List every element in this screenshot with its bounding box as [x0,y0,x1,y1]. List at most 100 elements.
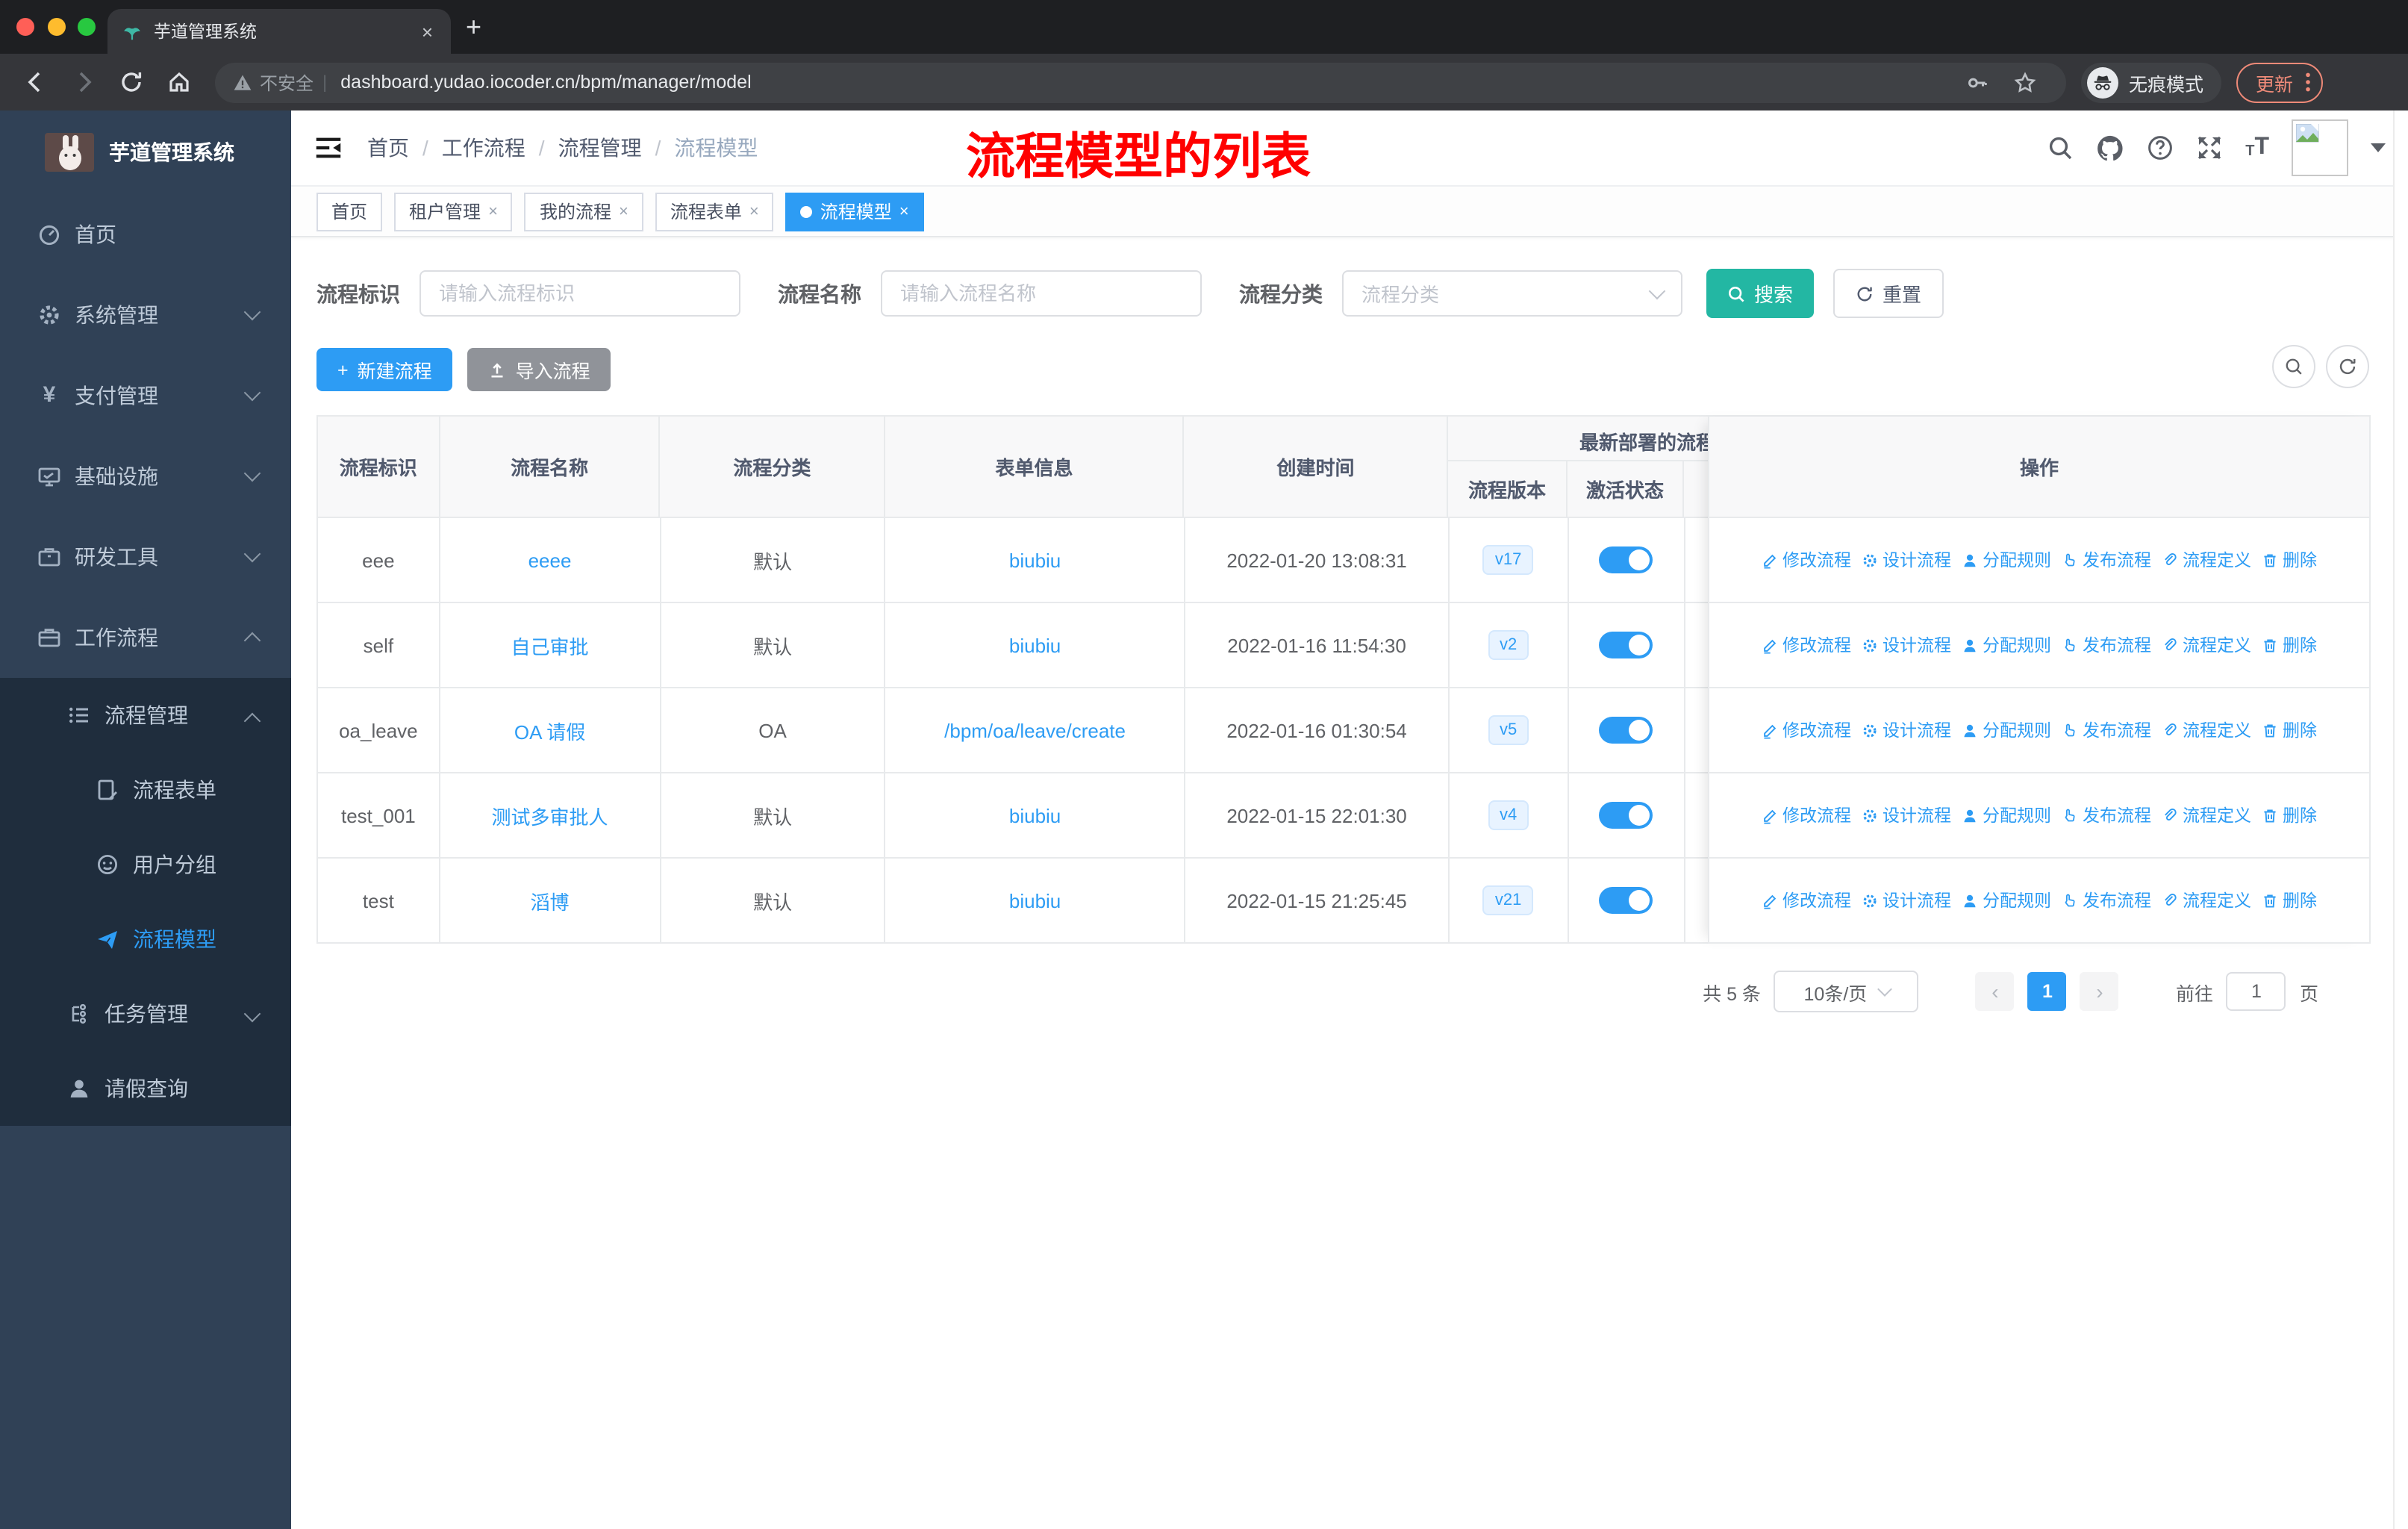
design-process-link[interactable]: 设计流程 [1862,548,1951,572]
import-process-button[interactable]: 导入流程 [467,348,611,391]
process-name-link[interactable]: eeee [528,549,572,571]
home-icon[interactable] [160,63,199,102]
publish-process-link[interactable]: 发布流程 [2062,803,2151,827]
process-name-link[interactable]: 自己审批 [511,631,589,659]
toggle-search-button[interactable] [2272,345,2315,388]
tag-tenant[interactable]: 租户管理 × [394,192,513,231]
modify-process-link[interactable]: 修改流程 [1762,803,1851,827]
refresh-icon[interactable] [112,63,151,102]
tag-close-icon[interactable]: × [619,202,628,220]
form-info-link[interactable]: biubiu [1009,549,1061,571]
sidebar-item-leave-query[interactable]: 请假查询 [0,1051,291,1126]
github-icon[interactable] [2096,134,2124,162]
modify-process-link[interactable]: 修改流程 [1762,718,1851,742]
tag-home[interactable]: 首页 [316,192,383,231]
modify-process-link[interactable]: 修改流程 [1762,888,1851,912]
sidebar-item-workflow[interactable]: 工作流程 [0,597,291,678]
delete-link[interactable]: 删除 [2262,633,2317,657]
publish-process-link[interactable]: 发布流程 [2062,888,2151,912]
delete-link[interactable]: 删除 [2262,548,2317,572]
assign-rule-link[interactable]: 分配规则 [1962,718,2051,742]
version-badge[interactable]: v5 [1488,714,1529,746]
fullscreen-icon[interactable] [2196,134,2223,161]
sidebar-item-devtools[interactable]: 研发工具 [0,517,291,597]
avatar[interactable] [2292,119,2348,176]
assign-rule-link[interactable]: 分配规则 [1962,888,2051,912]
close-window-button[interactable] [16,18,34,36]
publish-process-link[interactable]: 发布流程 [2062,633,2151,657]
process-category-select[interactable]: 流程分类 [1342,270,1682,317]
modify-process-link[interactable]: 修改流程 [1762,633,1851,657]
assign-rule-link[interactable]: 分配规则 [1962,548,2051,572]
page-size-select[interactable]: 10条/页 [1774,971,1919,1012]
form-info-link[interactable]: biubiu [1009,804,1061,826]
active-toggle[interactable] [1599,887,1653,914]
publish-process-link[interactable]: 发布流程 [2062,718,2151,742]
goto-page-input[interactable] [2226,972,2286,1011]
active-toggle[interactable] [1599,802,1653,829]
sidebar-item-process-management[interactable]: 流程管理 [0,678,291,753]
reset-button[interactable]: 重置 [1833,269,1944,318]
active-toggle[interactable] [1599,717,1653,744]
breadcrumb-home[interactable]: 首页 [367,133,409,163]
tag-my-process[interactable]: 我的流程 × [524,192,643,231]
process-name-input[interactable] [881,270,1202,317]
forward-icon[interactable] [64,63,103,102]
browser-update-button[interactable]: 更新 [2236,62,2324,102]
form-info-link[interactable]: /bpm/oa/leave/create [944,719,1126,741]
design-process-link[interactable]: 设计流程 [1862,633,1951,657]
form-info-link[interactable]: biubiu [1009,889,1061,912]
publish-process-link[interactable]: 发布流程 [2062,548,2151,572]
page-number-1[interactable]: 1 [2027,972,2067,1011]
design-process-link[interactable]: 设计流程 [1862,803,1951,827]
sidebar-item-process-form[interactable]: 流程表单 [0,753,291,827]
delete-link[interactable]: 删除 [2262,888,2317,912]
breadcrumb-process-management[interactable]: 流程管理 [558,133,642,163]
process-definition-link[interactable]: 流程定义 [2162,633,2251,657]
version-badge[interactable]: v4 [1488,800,1529,831]
security-label[interactable]: 不安全 [260,69,314,95]
font-size-icon[interactable]: TT [2245,135,2269,160]
modify-process-link[interactable]: 修改流程 [1762,548,1851,572]
url-bar[interactable]: 不安全 | dashboard.yudao.iocoder.cn/bpm/man… [215,62,2066,102]
version-badge[interactable]: v2 [1488,629,1529,661]
process-name-link[interactable]: OA 请假 [514,716,585,744]
new-tab-button[interactable]: + [466,12,481,42]
sidebar-item-process-model[interactable]: 流程模型 [0,902,291,977]
sidebar-item-system[interactable]: 系统管理 [0,275,291,355]
process-name-link[interactable]: 滔博 [531,886,570,915]
browser-menu-icon[interactable] [2305,72,2311,93]
sidebar-item-payment[interactable]: ¥ 支付管理 [0,355,291,436]
process-name-link[interactable]: 测试多审批人 [492,801,608,829]
search-button[interactable]: 搜索 [1706,269,1815,318]
collapse-sidebar-icon[interactable] [314,133,343,163]
password-key-icon[interactable] [1957,63,1996,102]
browser-tab[interactable]: 芋道管理系统 × [107,9,451,54]
design-process-link[interactable]: 设计流程 [1862,718,1951,742]
active-toggle[interactable] [1599,546,1653,573]
process-id-input[interactable] [419,270,740,317]
process-definition-link[interactable]: 流程定义 [2162,718,2251,742]
sidebar-item-task-management[interactable]: 任务管理 [0,977,291,1051]
sidebar-item-user-group[interactable]: 用户分组 [0,827,291,902]
assign-rule-link[interactable]: 分配规则 [1962,633,2051,657]
page-scrollbar[interactable] [2393,110,2408,1529]
tag-process-form[interactable]: 流程表单 × [655,192,774,231]
sidebar-item-home[interactable]: 首页 [0,194,291,275]
url-text[interactable]: dashboard.yudao.iocoder.cn/bpm/manager/m… [340,72,1953,93]
version-badge[interactable]: v21 [1482,885,1534,916]
tab-close-icon[interactable]: × [419,20,436,43]
assign-rule-link[interactable]: 分配规则 [1962,803,2051,827]
process-definition-link[interactable]: 流程定义 [2162,548,2251,572]
delete-link[interactable]: 删除 [2262,803,2317,827]
form-info-link[interactable]: biubiu [1009,634,1061,656]
search-icon[interactable] [2047,134,2074,161]
tag-process-model[interactable]: 流程模型 × [785,192,924,231]
process-definition-link[interactable]: 流程定义 [2162,803,2251,827]
prev-page-button[interactable]: ‹ [1975,972,2015,1011]
minimize-window-button[interactable] [47,18,65,36]
delete-link[interactable]: 删除 [2262,718,2317,742]
breadcrumb-workflow[interactable]: 工作流程 [442,133,525,163]
sidebar-item-infra[interactable]: 基础设施 [0,436,291,517]
next-page-button[interactable]: › [2080,972,2119,1011]
